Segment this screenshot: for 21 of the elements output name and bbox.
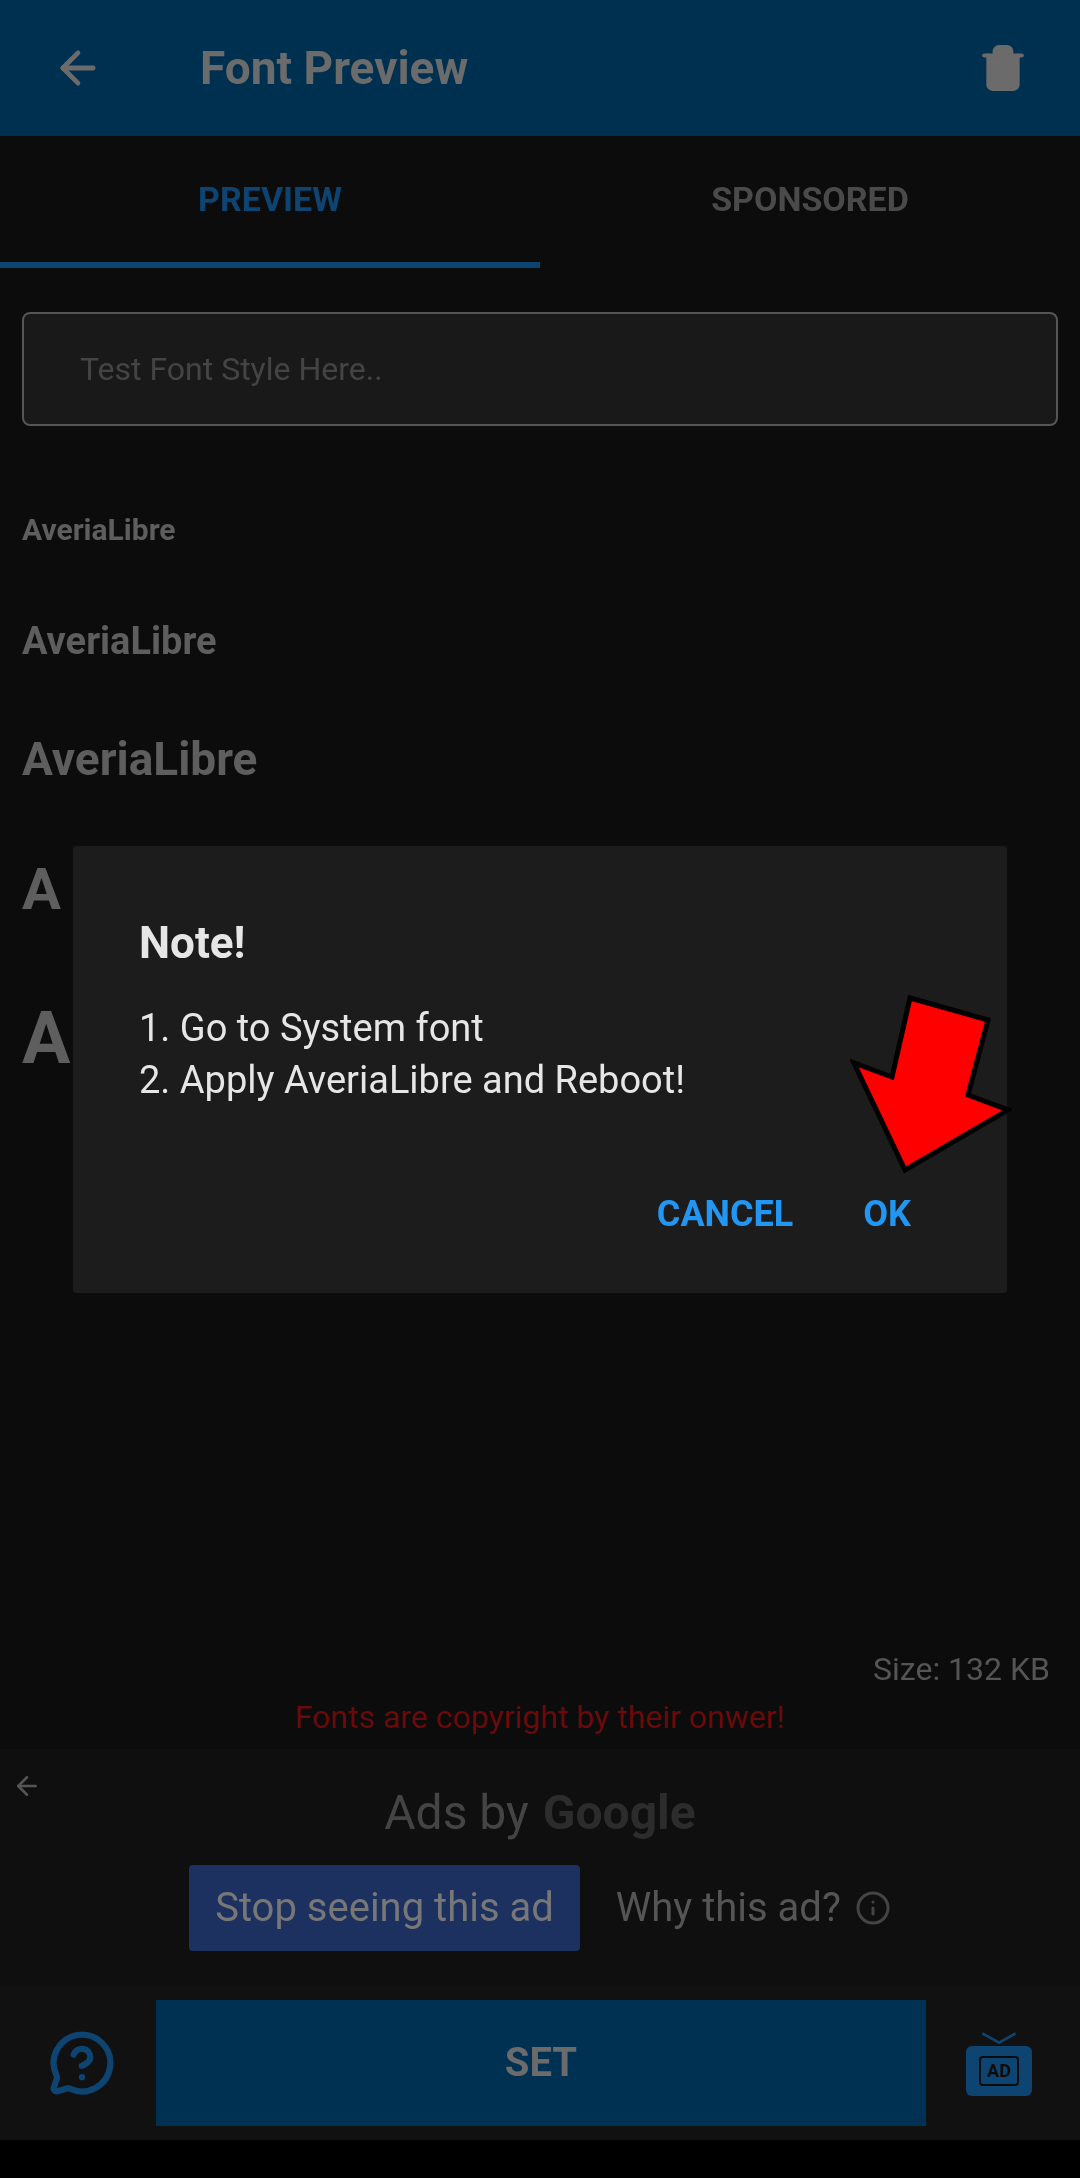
stop-seeing-ad-button[interactable]: Stop seeing this ad xyxy=(189,1865,580,1951)
copyright-notice: Fonts are copyright by their onwer! xyxy=(294,1697,786,1738)
help-icon[interactable] xyxy=(48,2028,116,2097)
dialog-button[interactable]: CANCEL xyxy=(656,1187,794,1241)
font-preview-text: AveriaLibre xyxy=(22,510,176,549)
screen-title: Font Preview xyxy=(200,39,469,97)
set-button[interactable]: SET xyxy=(156,1999,926,2126)
arrow-icon xyxy=(850,995,1012,1175)
dialog-button[interactable]: OK xyxy=(863,1187,911,1241)
font-preview-text: A xyxy=(22,995,71,1083)
info-icon[interactable] xyxy=(854,1890,891,1926)
dialog-message-line: 1. Go to System font xyxy=(139,1005,485,1052)
font-preview-text: A xyxy=(22,853,61,925)
why-this-ad-link[interactable]: Why this ad? xyxy=(615,1878,841,1938)
dialog-title: Note! xyxy=(139,916,247,971)
tab[interactable]: PREVIEW xyxy=(0,136,540,268)
tab[interactable]: SPONSORED xyxy=(540,136,1080,268)
font-preview-text: AveriaLibre xyxy=(22,618,217,665)
file-size-text: Size: 132 KB xyxy=(873,1649,1050,1690)
dialog-message-line: 2. Apply AveriaLibre and Reboot! xyxy=(139,1057,686,1104)
font-preview-text: AveriaLibre xyxy=(22,730,258,788)
